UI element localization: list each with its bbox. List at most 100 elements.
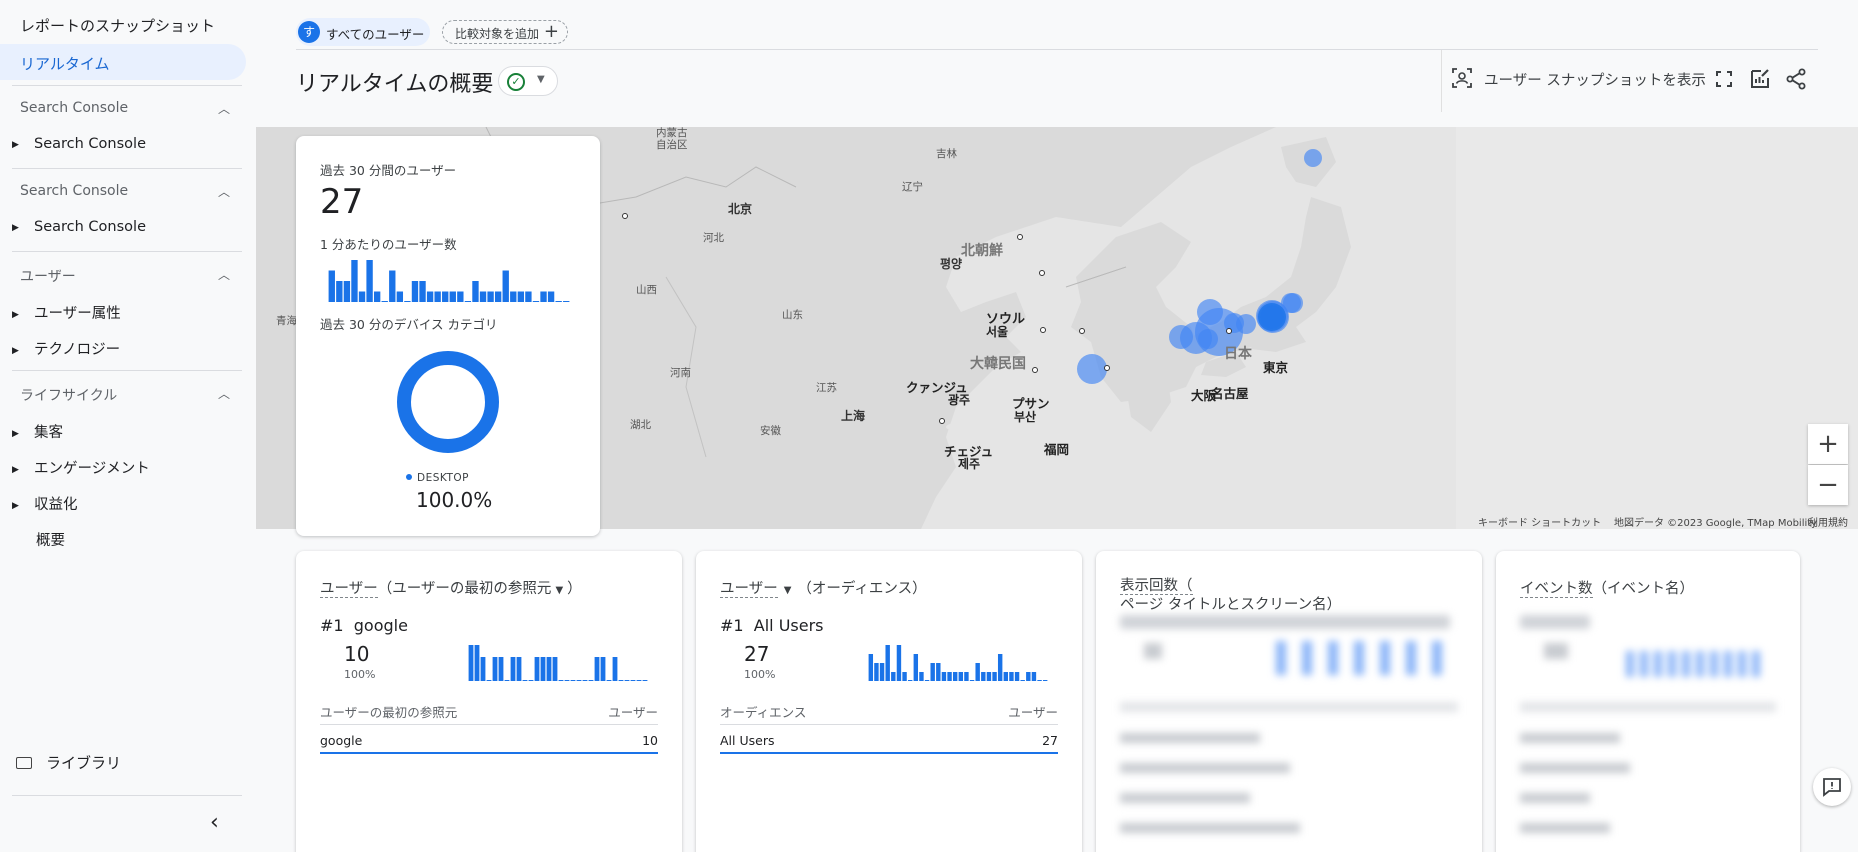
- chart-bar: [366, 260, 373, 302]
- sidebar-section-header[interactable]: Search Console ︿: [20, 100, 230, 116]
- skeleton-line: [1120, 702, 1458, 712]
- chart-bar: [532, 301, 540, 302]
- card-title: ユーザー ▼ （オーディエンス）: [720, 577, 927, 598]
- dimension-selector[interactable]: （イベント名）: [1593, 581, 1695, 597]
- zoom-in-button[interactable]: +: [1808, 424, 1848, 464]
- sidebar-item-acquisition[interactable]: ▶ 集客: [12, 421, 63, 442]
- sidebar-item-label: 収益化: [34, 497, 78, 513]
- divider: [12, 795, 242, 796]
- chip-label: すべてのユーザー: [326, 27, 425, 42]
- sidebar-item-technology[interactable]: ▶ テクノロジー: [12, 338, 120, 359]
- map-label: 부산: [1014, 410, 1037, 424]
- chart-bar: [494, 291, 502, 302]
- chart-bar: [1042, 680, 1048, 681]
- rank-number: #1: [320, 616, 344, 635]
- chart-bar: [434, 291, 441, 302]
- sidebar-item-label: Search Console: [34, 219, 146, 235]
- metric-selector[interactable]: ユーザー: [320, 581, 378, 598]
- feedback-button[interactable]: [1813, 768, 1851, 806]
- skeleton-line: [1120, 733, 1260, 743]
- legend-label: DESKTOP: [417, 472, 469, 484]
- map-label: 山西: [636, 284, 657, 296]
- sidebar-item-report-snapshot[interactable]: レポートのスナップショット: [20, 15, 215, 36]
- skeleton-line: [1120, 793, 1250, 803]
- zoom-out-button[interactable]: −: [1808, 465, 1848, 505]
- metric-selector[interactable]: イベント数: [1520, 581, 1593, 598]
- minus-icon: −: [1817, 470, 1839, 500]
- chart-bar: [896, 645, 902, 681]
- chart-bar: [510, 291, 517, 302]
- chart-bar: [1003, 672, 1009, 681]
- view-user-snapshot-button[interactable]: ユーザー スナップショットを表示: [1484, 69, 1706, 90]
- chart-bar: [958, 672, 964, 681]
- metric-selector[interactable]: 表示回数（: [1120, 578, 1193, 595]
- report-status-dropdown[interactable]: ✓ ▼: [498, 66, 558, 96]
- top-item-chart[interactable]: [868, 643, 1048, 681]
- skeleton-line: [1120, 823, 1300, 833]
- expand-arrow-icon: ▶: [12, 223, 19, 233]
- column-header-metric: ユーザー: [608, 705, 658, 720]
- sidebar-section-header[interactable]: Search Console ︿: [20, 183, 230, 199]
- divider: [12, 370, 242, 371]
- share-icon[interactable]: [1784, 67, 1808, 91]
- add-comparison-button[interactable]: 比較対象を追加 +: [442, 20, 568, 44]
- sidebar-item-realtime[interactable]: リアルタイム: [0, 44, 246, 80]
- sidebar-item-label: ライブラリ: [46, 754, 122, 772]
- sidebar-item-monetization[interactable]: ▶ 収益化: [12, 493, 78, 514]
- chart-bar: [555, 301, 562, 302]
- skeleton-line: [1120, 763, 1290, 773]
- skeleton-line: [1144, 643, 1162, 659]
- dimension-selector[interactable]: （ユーザーの最初の参照元: [378, 581, 552, 597]
- all-users-chip[interactable]: す すべてのユーザー: [296, 18, 430, 46]
- table-row-label[interactable]: google: [320, 733, 362, 748]
- sidebar-item-search-console[interactable]: ▶ Search Console: [12, 219, 146, 235]
- device-donut-chart[interactable]: [396, 350, 500, 454]
- sidebar-item-overview[interactable]: 概要: [36, 529, 65, 550]
- skeleton-chart: [1276, 641, 1446, 675]
- chart-bar: [487, 291, 494, 302]
- sidebar-item-search-console[interactable]: ▶ Search Console: [12, 136, 146, 152]
- fullscreen-icon[interactable]: [1712, 67, 1736, 91]
- donut-slice-desktop[interactable]: [397, 351, 499, 453]
- chart-bar: [358, 291, 366, 302]
- map-label: 河北: [703, 232, 724, 244]
- chart-bar: [540, 291, 547, 302]
- caret-down-icon[interactable]: ▼: [784, 585, 792, 596]
- chart-bar: [624, 680, 630, 681]
- sidebar-section-header[interactable]: ユーザー ︿: [20, 266, 230, 286]
- users-per-minute-chart[interactable]: [328, 258, 570, 302]
- rank-name: google: [353, 616, 408, 635]
- chart-bar: [351, 260, 358, 302]
- collapse-sidebar-icon[interactable]: ‹: [210, 810, 219, 835]
- map-label: 湖北: [630, 419, 651, 431]
- chart-bar: [919, 672, 924, 681]
- top-item-chart[interactable]: [468, 643, 648, 681]
- sidebar-item-engagement[interactable]: ▶ エンゲージメント: [12, 457, 150, 478]
- sidebar-item-library[interactable]: ライブラリ: [16, 752, 121, 773]
- sidebar-item-demographics[interactable]: ▶ ユーザー属性: [12, 302, 121, 323]
- dimension-selector[interactable]: ページ タイトルとスクリーン名）: [1120, 597, 1341, 613]
- keyboard-shortcuts-link[interactable]: キーボード ショートカット: [1478, 514, 1601, 529]
- sidebar-item-label: Search Console: [34, 136, 146, 152]
- chart-bar: [630, 680, 636, 681]
- user-snapshot-icon[interactable]: [1452, 68, 1472, 88]
- chart-bar: [879, 663, 885, 681]
- plus-icon: +: [543, 21, 559, 42]
- users-last-30-min-value: 27: [320, 182, 364, 222]
- chart-bar: [913, 654, 919, 681]
- folder-icon: [16, 757, 32, 769]
- chart-bar: [1020, 680, 1025, 681]
- skeleton-line: [1520, 615, 1590, 629]
- metric-selector[interactable]: ユーザー: [720, 581, 778, 598]
- terms-link[interactable]: 利用規約: [1808, 514, 1848, 529]
- row-bar: [320, 752, 658, 754]
- customize-report-icon[interactable]: [1748, 67, 1772, 91]
- chart-bar: [618, 680, 624, 681]
- table-row-label[interactable]: All Users: [720, 733, 774, 748]
- chevron-up-icon: ︿: [217, 102, 230, 116]
- card-title-suffix: ）: [567, 581, 582, 597]
- caret-down-icon[interactable]: ▼: [555, 585, 563, 596]
- card-title: イベント数（イベント名）: [1520, 577, 1694, 598]
- chart-bar: [457, 291, 464, 302]
- sidebar-section-header[interactable]: ライフサイクル ︿: [20, 385, 230, 405]
